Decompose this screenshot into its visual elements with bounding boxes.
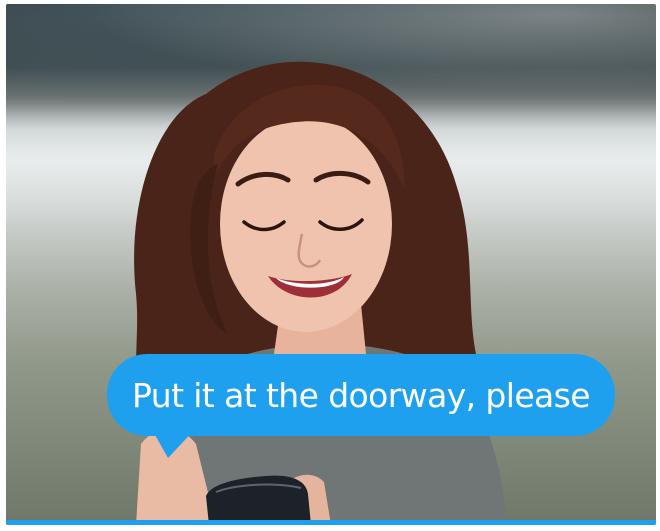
photo-frame [6, 4, 656, 525]
bottom-accent-bar [6, 520, 656, 525]
smiling-woman-illustration [134, 61, 506, 525]
speech-bubble-text: Put it at the doorway, please [132, 375, 591, 415]
speech-bubble: Put it at the doorway, please [107, 354, 615, 436]
